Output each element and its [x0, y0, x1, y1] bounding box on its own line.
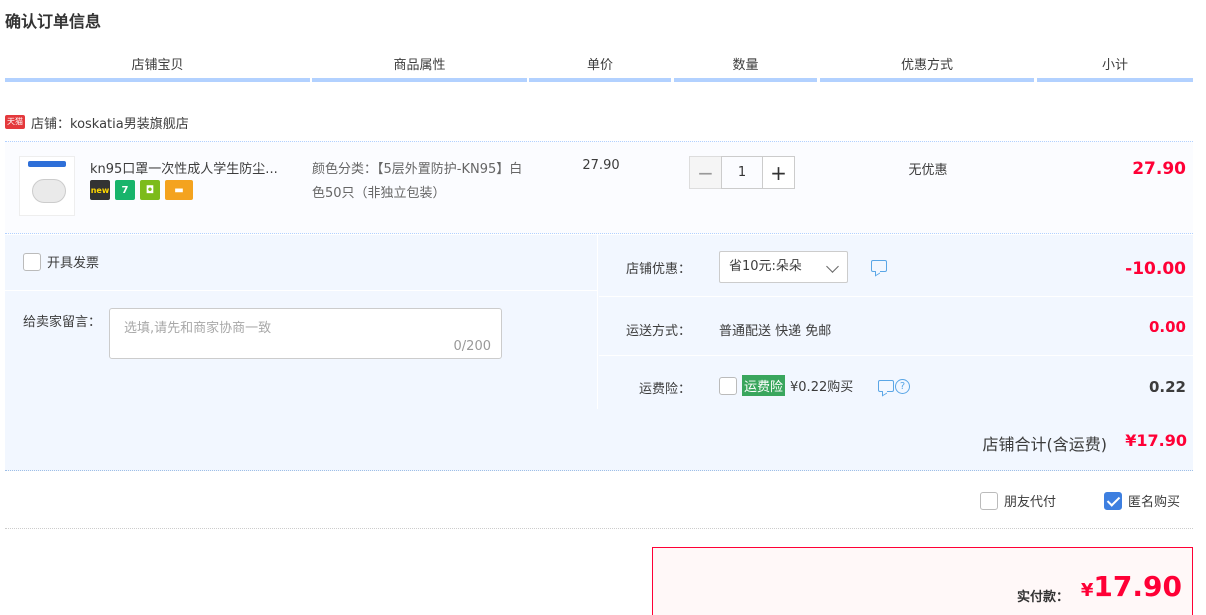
chevron-down-icon	[826, 260, 839, 273]
increase-button[interactable]: +	[762, 156, 795, 189]
shop-name-link[interactable]: 店铺：koskatia男装旗舰店	[31, 113, 189, 132]
payment-amount: ¥17.90	[1081, 570, 1182, 603]
divider	[599, 296, 1193, 297]
mask-image-icon	[32, 179, 66, 203]
seven-day-return-icon[interactable]: 7	[115, 180, 135, 200]
quantity-stepper: − 1 +	[689, 156, 795, 189]
insurance-price: ¥0.22购买	[790, 380, 854, 395]
shop-total-label: 店铺合计(含运费)	[982, 435, 1108, 454]
payment-label: 实付款：	[1016, 590, 1069, 605]
help-icon[interactable]: ?	[895, 379, 910, 394]
fee-options: 店铺优惠： 省10元:朵朵 -10.00 运送方式： 普通配送 快递 免邮 0.…	[599, 235, 1193, 409]
page-title: 确认订单信息	[5, 12, 102, 31]
item-discount: 无优惠	[908, 163, 948, 178]
shop-coupon-label: 店铺优惠：	[625, 262, 691, 277]
service-icons: new 7 ◘ ▬	[90, 180, 193, 200]
item-subtotal: 27.90	[1132, 159, 1186, 179]
product-attributes: 颜色分类：【5层外置防护-KN95】白色50只（非独立包装）	[312, 158, 527, 206]
invoice-checkbox[interactable]	[23, 252, 41, 271]
thumbnail-banner	[28, 161, 66, 167]
tmall-new-icon[interactable]: new	[90, 180, 110, 200]
shop-coupon-amount: -10.00	[1125, 259, 1186, 279]
decrease-button[interactable]: −	[689, 156, 722, 189]
column-header: 店铺宝贝 商品属性 单价 数量 优惠方式 小计	[5, 55, 1193, 82]
friend-pay-label: 朋友代付	[1004, 495, 1057, 510]
invoice-option[interactable]: 开具发票	[23, 252, 99, 271]
insurance-tag: 运费险	[742, 375, 786, 396]
shop-row: 天猫 店铺：koskatia男装旗舰店	[5, 112, 189, 132]
divider	[5, 290, 598, 291]
divider	[599, 355, 1193, 356]
shop-total-value: ¥17.90	[1125, 431, 1187, 450]
tmall-icon: 天猫	[5, 115, 25, 129]
shipping-amount: 0.00	[1148, 318, 1186, 336]
insurance-checkbox[interactable]	[719, 376, 737, 395]
unit-price: 27.90	[582, 158, 620, 173]
message-label: 给卖家留言：	[23, 315, 102, 330]
chat-icon[interactable]	[878, 380, 894, 392]
product-thumbnail[interactable]	[19, 156, 75, 216]
shield-icon[interactable]: ◘	[140, 180, 160, 200]
col-attributes: 商品属性	[312, 55, 527, 82]
divider	[5, 528, 1193, 529]
message-textarea[interactable]: 选填,请先和商家协商一致 0/200	[109, 308, 502, 359]
card-icon[interactable]: ▬	[165, 180, 193, 200]
chat-icon[interactable]	[871, 260, 887, 272]
insurance-amount: 0.22	[1148, 378, 1186, 396]
message-char-count: 0/200	[453, 339, 491, 354]
col-subtotal: 小计	[1037, 55, 1193, 82]
shipping-label: 运送方式：	[625, 324, 691, 339]
col-unit-price: 单价	[529, 55, 671, 82]
extra-options: 朋友代付 匿名购买	[980, 491, 1180, 510]
shipping-method: 普通配送 快递 免邮	[719, 324, 832, 339]
shop-coupon-select[interactable]: 省10元:朵朵	[719, 251, 848, 283]
product-title-link[interactable]: kn95口罩一次性成人学生防尘...	[90, 158, 305, 177]
payment-summary: 实付款： ¥17.90	[652, 547, 1193, 615]
quantity-input[interactable]: 1	[721, 156, 763, 189]
insurance-option[interactable]: 运费险 ¥0.22购买	[719, 375, 853, 396]
insurance-label: 运费险：	[638, 382, 691, 397]
anonymous-checkbox[interactable]	[1104, 491, 1123, 510]
currency-symbol: ¥	[1080, 580, 1094, 601]
col-quantity: 数量	[674, 55, 817, 82]
buyer-options: 开具发票 给卖家留言： 选填,请先和商家协商一致 0/200	[5, 235, 598, 409]
payment-value: 17.90	[1093, 570, 1182, 603]
friend-pay-checkbox[interactable]	[980, 491, 998, 510]
shop-total: 店铺合计(含运费) ¥17.90	[5, 409, 1193, 471]
attr-prefix: 颜色分类：	[312, 162, 378, 177]
message-placeholder: 选填,请先和商家协商一致	[124, 321, 272, 336]
friend-pay-option[interactable]: 朋友代付	[980, 491, 1056, 510]
col-shop-item: 店铺宝贝	[5, 55, 310, 82]
col-discount: 优惠方式	[820, 55, 1034, 82]
anonymous-option[interactable]: 匿名购买	[1104, 491, 1180, 510]
order-item-row: kn95口罩一次性成人学生防尘... new 7 ◘ ▬ 颜色分类：【5层外置防…	[5, 141, 1193, 234]
invoice-label: 开具发票	[47, 256, 100, 271]
shop-coupon-value: 省10元:朵朵	[729, 259, 802, 274]
anonymous-label: 匿名购买	[1128, 495, 1181, 510]
